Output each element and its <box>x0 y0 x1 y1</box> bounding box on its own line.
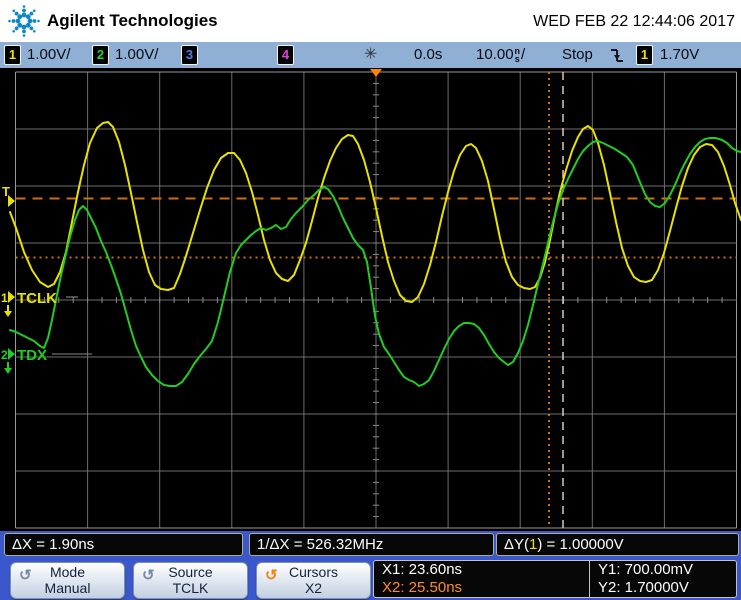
timebase-value: 10.00 <box>476 46 514 63</box>
rotate-knob-icon-active: ↺ <box>265 567 278 584</box>
measurement-strip: ΔX = 1.90ns 1/ΔX = 526.32MHz ΔY(1) = 1.0… <box>0 531 741 558</box>
cursor-y1-readout: Y1: 700.00mV <box>598 561 694 578</box>
channel-4-badge[interactable]: 4 <box>277 45 294 65</box>
trigger-source-badge[interactable]: 1 <box>636 45 653 65</box>
timebase-readout: 10.00 n s / <box>476 46 526 64</box>
inverse-delta-x-readout: 1/ΔX = 526.32MHz <box>249 533 494 556</box>
tclk-label: TCLK <box>17 290 57 307</box>
trigger-edge-icon <box>611 49 623 62</box>
rotate-knob-icon: ↺ <box>19 567 32 584</box>
agilent-logo <box>8 5 40 37</box>
channel-1-ground-marker: 1 <box>1 291 8 305</box>
tdx-label: TDX <box>17 347 47 364</box>
readout-divider <box>589 561 590 597</box>
softkey-mode-button[interactable]: ↺ Mode Manual <box>10 562 125 599</box>
channel-3-badge[interactable]: 3 <box>181 45 198 65</box>
channel-2-ground-marker-arrow <box>8 348 15 360</box>
channel-2-ground-marker: 2 <box>1 348 8 362</box>
brand-title: Agilent Technologies <box>47 11 218 30</box>
channel-1-scale[interactable]: 1.00V/ <box>27 42 70 67</box>
datetime-display: WED FEB 22 12:44:06 2017 <box>533 13 735 30</box>
header-bar: Agilent Technologies WED FEB 22 12:44:06… <box>0 0 741 42</box>
acquisition-mode-icon: ✳ <box>364 46 378 63</box>
channel-1-ground-marker-arrow <box>8 291 15 303</box>
cursor-x2-readout: X2: 25.50ns <box>382 579 463 596</box>
oscilloscope-screen: Agilent Technologies WED FEB 22 12:44:06… <box>0 0 741 600</box>
channel-2-badge[interactable]: 2 <box>92 45 109 65</box>
softkey-cursors-button[interactable]: ↺ Cursors X2 <box>256 562 371 599</box>
timebase-unit: ns <box>514 46 521 64</box>
delta-y-readout: ΔY(1) = 1.00000V <box>496 533 739 556</box>
channel-1-ground-down-arrow-head <box>4 311 12 317</box>
cursor-x1-readout: X1: 23.60ns <box>382 561 463 578</box>
softkey-row: ↺ Mode Manual ↺ Source TCLK ↺ Cursors X2… <box>0 558 741 600</box>
waveform-display[interactable]: T12TCLKTDX <box>0 68 741 531</box>
trigger-level-readout: 1.70V <box>660 46 700 63</box>
cursor-readout-box: X1: 23.60ns X2: 25.50ns Y1: 700.00mV Y2:… <box>373 560 737 598</box>
cursor-y2-readout: Y2: 1.70000V <box>598 579 689 596</box>
time-reference-marker <box>370 69 382 77</box>
channel-2-scale[interactable]: 1.00V/ <box>115 42 158 67</box>
delta-x-readout: ΔX = 1.90ns <box>4 533 243 556</box>
status-bar: 1 1.00V/ 2 1.00V/ 3 4 ✳ 0.0s 10.00 n s / St… <box>0 42 741 69</box>
softkey-source-button[interactable]: ↺ Source TCLK <box>133 562 248 599</box>
trigger-level-arrow <box>8 195 15 207</box>
run-state-label: Stop <box>562 46 593 63</box>
delay-readout: 0.0s <box>414 46 443 63</box>
channel-2-ground-down-arrow-head <box>4 368 12 374</box>
rotate-knob-icon: ↺ <box>142 567 155 584</box>
channel-1-badge[interactable]: 1 <box>4 45 21 65</box>
